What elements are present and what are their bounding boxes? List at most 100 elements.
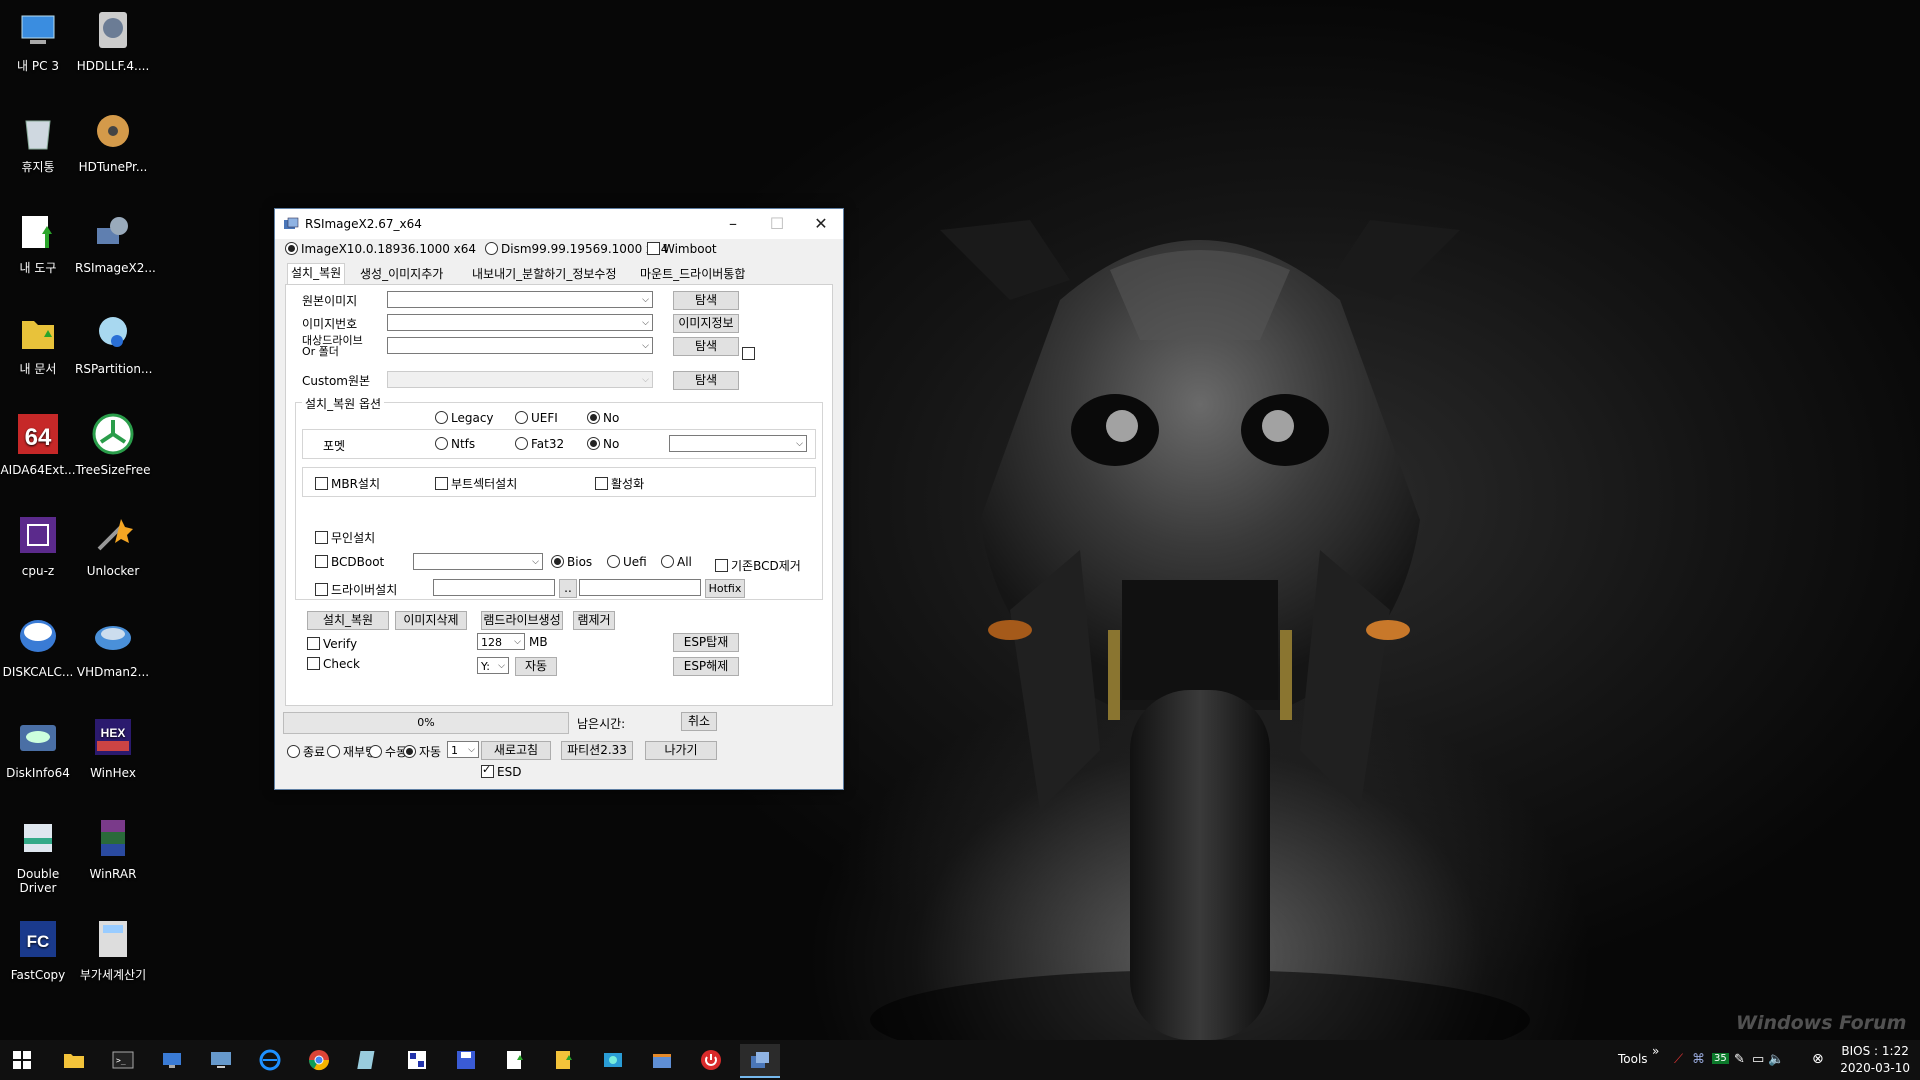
esp-unmount-button[interactable]: ESP해제	[673, 657, 739, 676]
refresh-button[interactable]: 새로고침	[481, 741, 551, 760]
auto-button[interactable]: 자동	[515, 657, 557, 676]
bcd-bios-radio[interactable]	[551, 555, 564, 568]
taskbar-button[interactable]	[397, 1044, 437, 1076]
create-ramdrive-button[interactable]: 램드라이브생성	[481, 611, 563, 630]
browse-target-button[interactable]: 탐색	[673, 337, 739, 356]
tab-export-split[interactable]: 내보내기_분할하기_정보수정	[469, 265, 619, 283]
drive-letter-combo[interactable]: Y: ⌵	[477, 657, 509, 674]
bcd-uefi-radio[interactable]	[607, 555, 620, 568]
boot-no-radio[interactable]	[587, 411, 600, 424]
maximize-button[interactable]: ☐	[755, 209, 799, 239]
bcd-all-radio[interactable]	[661, 555, 674, 568]
format-fat32-option[interactable]: Fat32	[515, 437, 564, 451]
esd-option[interactable]: ESD	[481, 763, 521, 779]
tray-close-icon[interactable]: ⊗	[1812, 1051, 1824, 1067]
image-info-button[interactable]: 이미지정보	[673, 314, 739, 333]
bcdboot-drive-combo[interactable]: ⌵	[413, 553, 543, 570]
desktop-icon[interactable]: 부가세계산기	[75, 911, 151, 982]
wimboot-option[interactable]: Wimboot	[647, 242, 717, 256]
activate-option[interactable]: 활성화	[595, 475, 644, 492]
desktop-icon[interactable]: DiskInfo64	[0, 709, 76, 780]
desktop-icon[interactable]: RSImageX2...	[75, 204, 156, 275]
desktop-icon[interactable]: Double Driver	[0, 810, 76, 895]
bcd-bios-option[interactable]: Bios	[551, 555, 592, 569]
taskbar-button[interactable]	[593, 1044, 633, 1076]
format-fat32-radio[interactable]	[515, 437, 528, 450]
boot-legacy-option[interactable]: Legacy	[435, 411, 494, 425]
tray-volume-icon[interactable]: 🔈	[1768, 1052, 1784, 1067]
bcdboot-checkbox[interactable]	[315, 555, 328, 568]
taskbar-button[interactable]	[495, 1044, 535, 1076]
taskbar-button[interactable]	[152, 1044, 192, 1076]
cancel-button[interactable]: 취소	[681, 712, 717, 731]
verify-option[interactable]: Verify	[307, 637, 357, 651]
bcd-remove-option[interactable]: 기존BCD제거	[715, 557, 801, 574]
tab-create-append[interactable]: 생성_이미지추가	[357, 265, 446, 283]
desktop-icon[interactable]: 휴지통	[0, 103, 76, 174]
unattend-option[interactable]: 무인설치	[315, 529, 375, 546]
after-manual-option[interactable]: 수동	[369, 743, 407, 760]
taskbar-button[interactable]	[250, 1044, 290, 1076]
check-option[interactable]: Check	[307, 657, 360, 671]
format-no-radio[interactable]	[587, 437, 600, 450]
boot-legacy-radio[interactable]	[435, 411, 448, 424]
browse-source-button[interactable]: 탐색	[673, 291, 739, 310]
tray-counter-badge[interactable]: 35	[1712, 1053, 1729, 1064]
partition-tool-button[interactable]: 파티션2.33	[561, 741, 633, 760]
taskbar-clock[interactable]: BIOS : 1:22 2020-03-10	[1840, 1043, 1910, 1077]
desktop-icon[interactable]: WinRAR	[75, 810, 151, 881]
driver-browse-button[interactable]: ..	[559, 579, 577, 598]
desktop-icon[interactable]: 내 PC 3	[0, 2, 76, 73]
engine-dism-radio[interactable]	[485, 242, 498, 255]
format-ntfs-option[interactable]: Ntfs	[435, 437, 475, 451]
desktop-icon[interactable]: HDTunePr...	[75, 103, 151, 174]
delete-image-button[interactable]: 이미지삭제	[395, 611, 467, 630]
mbr-checkbox[interactable]	[315, 477, 328, 490]
taskbar-button[interactable]	[2, 1044, 42, 1076]
after-auto-option[interactable]: 자동	[403, 743, 441, 760]
bootsector-option[interactable]: 부트섹터설치	[435, 475, 517, 492]
desktop-icon[interactable]: Unlocker	[75, 507, 151, 578]
esp-mount-button[interactable]: ESP탑재	[673, 633, 739, 652]
image-info-checkbox[interactable]	[742, 347, 755, 360]
format-no-option[interactable]: No	[587, 437, 619, 451]
after-manual-radio[interactable]	[369, 745, 382, 758]
target-drive-combo[interactable]: ⌵	[387, 337, 653, 354]
tray-pen-icon[interactable]: ✎	[1734, 1052, 1745, 1067]
bcd-all-option[interactable]: All	[661, 555, 692, 569]
taskbar-button[interactable]	[54, 1044, 94, 1076]
desktop-icon[interactable]: DISKCALC...	[0, 608, 76, 679]
boot-uefi-radio[interactable]	[515, 411, 528, 424]
taskbar-button[interactable]	[299, 1044, 339, 1076]
tab-install-restore[interactable]: 설치_복원	[287, 263, 346, 285]
taskbar-button[interactable]	[544, 1044, 584, 1076]
count-combo[interactable]: 1 ⌵	[447, 741, 479, 758]
desktop-icon[interactable]: HDDLLF.4....	[75, 2, 151, 73]
desktop-icon[interactable]: HEX WinHex	[75, 709, 151, 780]
driver-install-option[interactable]: 드라이버설치	[315, 581, 397, 598]
unattend-checkbox[interactable]	[315, 531, 328, 544]
tray-tool-icon[interactable]: ⟋	[1674, 1052, 1683, 1067]
taskbar-button[interactable]: >_	[103, 1044, 143, 1076]
desktop-icon[interactable]: TreeSizeFree	[75, 406, 151, 477]
install-restore-button[interactable]: 설치_복원	[307, 611, 389, 630]
engine-dism-option[interactable]: Dism99.99.19569.1000 x64	[485, 242, 668, 256]
remove-ramdrive-button[interactable]: 램제거	[573, 611, 615, 630]
hotfix-button[interactable]: Hotfix	[705, 579, 745, 598]
custom-source-combo[interactable]: ⌵	[387, 371, 653, 388]
taskbar-button[interactable]	[740, 1044, 780, 1078]
driver-install-checkbox[interactable]	[315, 583, 328, 596]
ram-size-combo[interactable]: 128 ⌵	[477, 633, 525, 650]
boot-no-option[interactable]: No	[587, 411, 619, 425]
format-fs-combo[interactable]: ⌵	[669, 435, 807, 452]
bcdboot-option[interactable]: BCDBoot	[315, 555, 384, 569]
close-button[interactable]: ✕	[799, 209, 843, 239]
desktop-icon[interactable]: VHDman2...	[75, 608, 151, 679]
desktop-icon[interactable]: RSPartition...	[75, 305, 152, 376]
esd-checkbox[interactable]	[481, 763, 494, 778]
boot-uefi-option[interactable]: UEFI	[515, 411, 558, 425]
hotfix-path-field[interactable]	[579, 579, 701, 596]
browse-custom-button[interactable]: 탐색	[673, 371, 739, 390]
taskbar-button[interactable]	[446, 1044, 486, 1076]
engine-imagex-radio[interactable]	[285, 242, 298, 255]
